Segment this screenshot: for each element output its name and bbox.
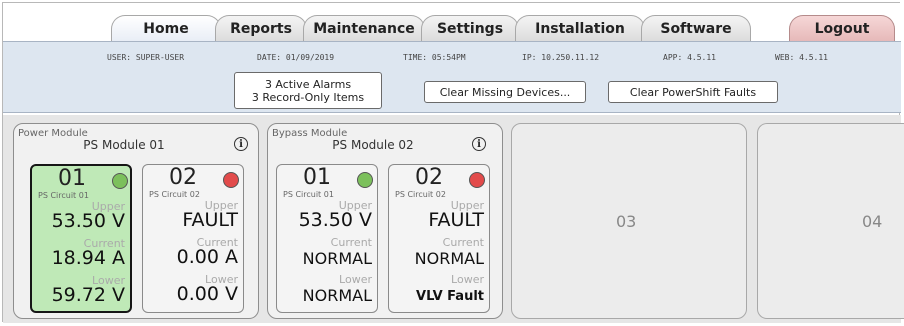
circuit-card-02[interactable]: 02 PS Circuit 02 Upper FAULT Current 0.0… (142, 164, 244, 313)
tab-reports[interactable]: Reports (215, 15, 307, 41)
power-module-card[interactable]: Power Module PS Module 01 i 01 PS Circui… (13, 123, 259, 319)
web-version-label: WEB: 4.5.11 (775, 53, 828, 62)
status-bar: USER: SUPER-USER DATE: 01/09/2019 TIME: … (3, 41, 901, 113)
lower-value: VLV Fault (416, 289, 484, 304)
current-value: 18.94 A (51, 247, 125, 269)
upper-value: 53.50 V (51, 210, 125, 232)
status-indicator-icon (223, 172, 239, 188)
current-value: NORMAL (302, 249, 372, 268)
info-icon[interactable]: i (472, 137, 486, 151)
info-icon[interactable]: i (234, 137, 248, 151)
record-only-text: 3 Record-Only Items (251, 90, 365, 104)
tab-maintenance[interactable]: Maintenance (303, 15, 425, 41)
lower-value: NORMAL (302, 286, 372, 305)
module-name: PS Module 02 (332, 138, 414, 152)
lower-value: 0.00 V (176, 283, 238, 305)
circuit-number: 02 (415, 165, 443, 190)
tab-settings[interactable]: Settings (421, 15, 519, 41)
status-indicator-icon (469, 172, 485, 188)
lower-label: Lower (451, 273, 484, 286)
lower-value: 59.72 V (51, 284, 125, 306)
circuit-card-01[interactable]: 01 PS Circuit 01 Upper 53.50 V Current N… (276, 164, 378, 313)
bypass-module-card[interactable]: Bypass Module PS Module 02 i 01 PS Circu… (267, 123, 503, 319)
empty-module-slot-03[interactable]: 03 (511, 123, 747, 319)
circuit-name: PS Circuit 01 (38, 191, 89, 200)
clear-powershift-faults-button[interactable]: Clear PowerShift Faults (608, 81, 778, 103)
app-frame: Home Reports Maintenance Settings Instal… (2, 2, 904, 323)
slot-number: 03 (616, 212, 637, 231)
current-value: NORMAL (414, 249, 484, 268)
time-label: TIME: 05:54PM (403, 53, 466, 62)
app-version-label: APP: 4.5.11 (663, 53, 716, 62)
circuit-name: PS Circuit 01 (283, 190, 334, 199)
upper-value: FAULT (428, 209, 484, 231)
slot-number: 04 (862, 212, 883, 231)
circuit-number: 01 (303, 165, 331, 190)
module-name: PS Module 01 (83, 138, 165, 152)
tab-software[interactable]: Software (641, 15, 751, 41)
circuit-card-02[interactable]: 02 PS Circuit 02 Upper FAULT Current NOR… (388, 164, 490, 313)
tab-installation[interactable]: Installation (515, 15, 645, 41)
circuit-number: 01 (58, 166, 86, 191)
circuit-number: 02 (169, 165, 197, 190)
ip-label: IP: 10.250.11.12 (522, 53, 600, 62)
tab-home[interactable]: Home (111, 15, 221, 41)
upper-value: FAULT (182, 209, 238, 231)
status-indicator-icon (357, 172, 373, 188)
circuit-card-01[interactable]: 01 PS Circuit 01 Upper 53.50 V Current 1… (30, 164, 132, 313)
tab-bar: Home Reports Maintenance Settings Instal… (3, 3, 901, 41)
upper-value: 53.50 V (298, 209, 372, 231)
circuit-name: PS Circuit 02 (395, 190, 446, 199)
active-alarms-text: 3 Active Alarms (264, 77, 352, 91)
status-indicator-icon (112, 173, 128, 189)
empty-module-slot-04[interactable]: 04 (757, 123, 904, 319)
logout-button[interactable]: Logout (789, 15, 895, 41)
module-area: Power Module PS Module 01 i 01 PS Circui… (3, 115, 904, 323)
current-label: Current (330, 236, 372, 249)
alarms-button[interactable]: 3 Active Alarms 3 Record-Only Items (234, 72, 382, 109)
date-label: DATE: 01/09/2019 (257, 53, 335, 62)
circuit-name: PS Circuit 02 (149, 190, 200, 199)
current-label: Current (442, 236, 484, 249)
user-label: USER: SUPER-USER (107, 53, 185, 62)
lower-label: Lower (339, 273, 372, 286)
current-value: 0.00 A (176, 246, 238, 268)
clear-missing-devices-button[interactable]: Clear Missing Devices... (424, 81, 586, 103)
